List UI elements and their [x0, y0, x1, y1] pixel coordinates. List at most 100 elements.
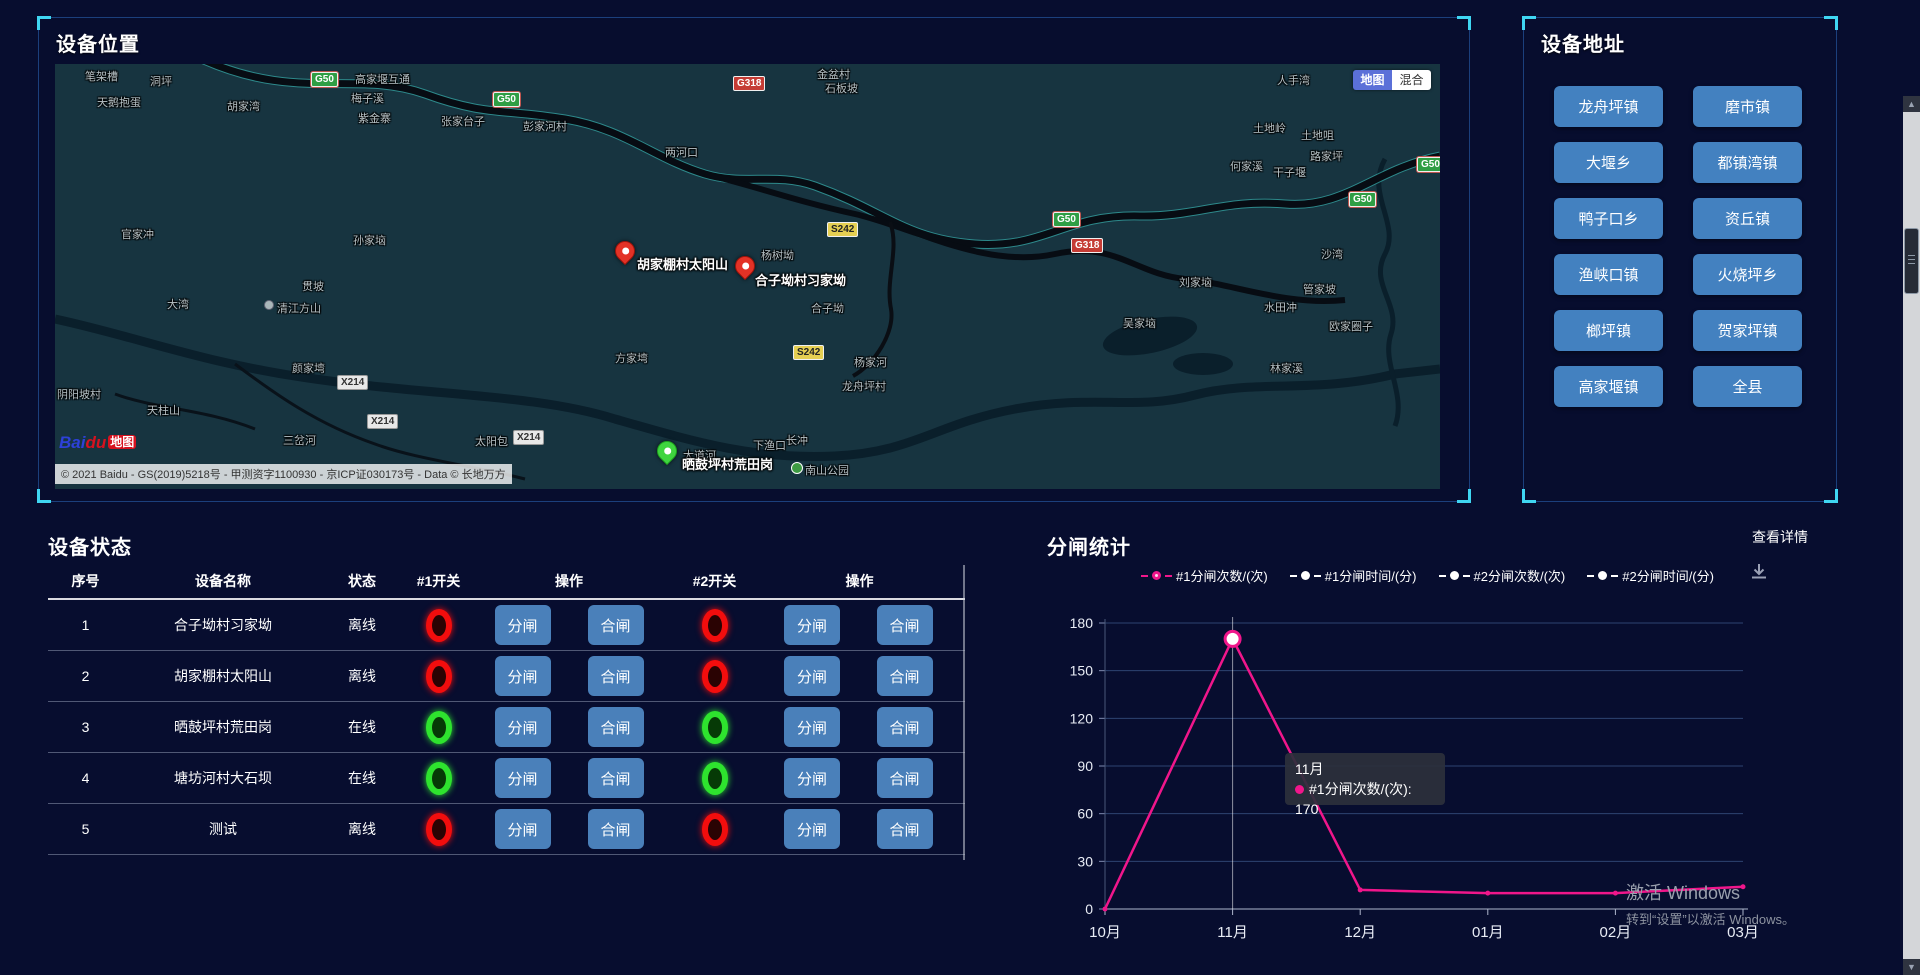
map-place-label: 孙家垴: [353, 232, 386, 248]
table-header: 序号设备名称状态#1开关操作#2开关操作: [48, 563, 965, 600]
address-button-资丘镇[interactable]: 资丘镇: [1693, 198, 1802, 239]
view-details-link[interactable]: 查看详情: [1752, 527, 1808, 547]
baidu-logo: Baidu地图: [59, 433, 136, 453]
tooltip-month: 11月: [1295, 759, 1435, 779]
device-status-title: 设备状态: [48, 531, 132, 560]
address-button-全县[interactable]: 全县: [1693, 366, 1802, 407]
address-button-都镇湾镇[interactable]: 都镇湾镇: [1693, 142, 1802, 183]
address-button-榔坪镇[interactable]: 榔坪镇: [1554, 310, 1663, 351]
scrollbar-down-arrow[interactable]: ▼: [1903, 959, 1920, 975]
map-place-label: 路家坪: [1310, 148, 1343, 164]
panel-corner: [1522, 489, 1536, 503]
map-place-label: 管家坡: [1303, 281, 1336, 297]
map-attribution: © 2021 Baidu - GS(2019)5218号 - 甲测资字11009…: [55, 464, 512, 484]
map-place-label: 林家溪: [1270, 360, 1303, 376]
map-place-label: 官家冲: [121, 226, 154, 242]
svg-text:11月: 11月: [1217, 924, 1248, 941]
map-type-map-button[interactable]: 地图: [1353, 70, 1392, 90]
panel-corner: [1457, 16, 1471, 30]
map-place-label: 长冲: [786, 432, 808, 448]
map-place-label: 胡家湾: [227, 98, 260, 114]
map-place-label: 张家台子: [441, 113, 485, 129]
map-place-label: 南山公园: [805, 462, 849, 478]
map-place-label: 欧家圈子: [1329, 318, 1373, 334]
map-place-label: 水田冲: [1264, 299, 1297, 315]
scrollbar-up-arrow[interactable]: ▲: [1903, 96, 1920, 112]
panel-corner: [37, 489, 51, 503]
map-place-label: 合子坳: [811, 300, 844, 316]
svg-text:12月: 12月: [1344, 924, 1376, 941]
road-badge-G50: G50: [493, 92, 520, 107]
map-type-hybrid-button[interactable]: 混合: [1392, 70, 1431, 90]
address-button-龙舟坪镇[interactable]: 龙舟坪镇: [1554, 86, 1663, 127]
map-place-label: 杨家河: [854, 354, 887, 370]
baidu-map[interactable]: 笔架槽洞坪高家堰互通金盆村石板坡天鹅抱蛋胡家湾梅子溪紫金寨张家台子彭家河村土地岭…: [55, 64, 1440, 489]
legend-item[interactable]: #1分闸时间/(分): [1290, 566, 1417, 585]
trip-chart[interactable]: 030609012015018010月11月12月01月02月03月: [0, 600, 1900, 960]
map-place-label: 太阳包: [475, 433, 508, 449]
address-button-大堰乡[interactable]: 大堰乡: [1554, 142, 1663, 183]
map-place-label: 方家塆: [615, 350, 648, 366]
panel-corner: [1457, 489, 1471, 503]
column-header: 设备名称: [123, 571, 323, 591]
svg-text:01月: 01月: [1472, 924, 1504, 941]
download-icon[interactable]: [1750, 562, 1768, 585]
column-header: 序号: [48, 571, 123, 591]
road-badge-X214: X214: [337, 375, 368, 390]
column-header: 操作: [476, 571, 662, 591]
tooltip-series-value: #1分闸次数/(次): 170: [1295, 781, 1412, 817]
map-place-label: 紫金寨: [358, 110, 391, 126]
map-place-label: 两河口: [665, 144, 698, 160]
scenic-icon: [264, 300, 274, 310]
column-header: #2开关: [662, 571, 767, 591]
map-pin-label: 晒鼓坪村荒田岗: [682, 454, 773, 473]
device-location-title: 设备位置: [56, 28, 140, 57]
map-place-label: 沙湾: [1321, 246, 1343, 262]
panel-corner: [1824, 16, 1838, 30]
map-place-label: 阴阳坡村: [57, 386, 101, 402]
panel-corner: [1522, 16, 1536, 30]
address-button-渔峡口镇[interactable]: 渔峡口镇: [1554, 254, 1663, 295]
park-icon: [791, 462, 803, 474]
svg-text:60: 60: [1077, 806, 1093, 822]
road-badge-S242: S242: [827, 222, 858, 237]
address-button-火烧坪乡[interactable]: 火烧坪乡: [1693, 254, 1802, 295]
address-button-贺家坪镇[interactable]: 贺家坪镇: [1693, 310, 1802, 351]
legend-item[interactable]: #2分闸次数/(次): [1439, 566, 1566, 585]
map-place-label: 三岔河: [283, 432, 316, 448]
address-button-鸭子口乡[interactable]: 鸭子口乡: [1554, 198, 1663, 239]
map-place-label: 梅子溪: [351, 90, 384, 106]
column-header: 操作: [767, 571, 952, 591]
road-badge-G318: G318: [733, 76, 765, 91]
window-scrollbar[interactable]: ▲ ▼: [1903, 96, 1920, 975]
address-button-磨市镇[interactable]: 磨市镇: [1693, 86, 1802, 127]
svg-text:30: 30: [1077, 853, 1093, 869]
road-badge-S242: S242: [793, 345, 824, 360]
map-type-control: 地图 混合: [1353, 70, 1431, 90]
map-place-label: 天鹅抱蛋: [97, 94, 141, 110]
map-place-label: 杨树坳: [761, 247, 794, 263]
road-badge-G50: G50: [1417, 157, 1440, 172]
map-place-label: 颜家塆: [292, 360, 325, 376]
map-place-label: 吴家垴: [1123, 315, 1156, 331]
road-badge-G50: G50: [311, 72, 338, 87]
map-place-label: 高家堰互通: [355, 71, 410, 87]
map-place-label: 贯坡: [302, 278, 324, 294]
map-place-label: 龙舟坪村: [842, 378, 886, 394]
map-place-label: 清江方山: [277, 300, 321, 316]
scrollbar-thumb[interactable]: [1904, 228, 1919, 294]
map-pin-label: 合子坳村习家坳: [755, 270, 846, 289]
legend-item[interactable]: #1分闸次数/(次): [1141, 566, 1268, 585]
legend-item[interactable]: #2分闸时间/(分): [1587, 566, 1714, 585]
map-place-label: 人手湾: [1277, 72, 1310, 88]
address-button-高家堰镇[interactable]: 高家堰镇: [1554, 366, 1663, 407]
svg-text:10月: 10月: [1089, 924, 1121, 941]
trip-stats-title: 分闸统计: [1047, 531, 1131, 560]
map-place-label: 土地岭: [1253, 120, 1286, 136]
panel-corner: [37, 16, 51, 30]
map-place-label: 天柱山: [147, 402, 180, 418]
map-place-label: 下渔口: [753, 437, 786, 453]
map-place-label: 石板坡: [825, 80, 858, 96]
map-place-label: 大湾: [167, 296, 189, 312]
map-place-label: 土地咀: [1301, 127, 1334, 143]
